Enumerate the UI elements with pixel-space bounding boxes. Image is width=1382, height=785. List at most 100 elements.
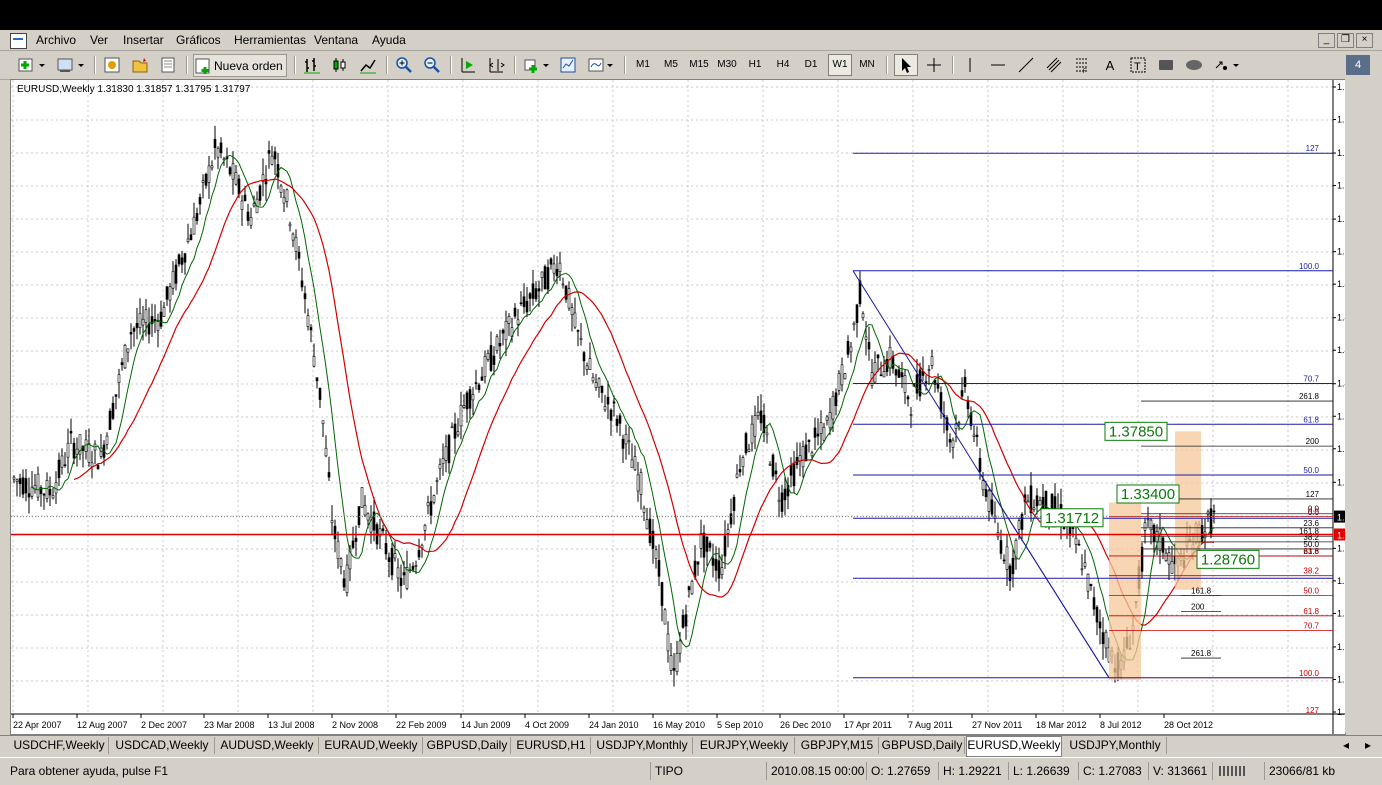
- menu-ventana[interactable]: Ventana: [314, 33, 358, 47]
- templates-icon[interactable]: [586, 55, 616, 75]
- horizontal-line-icon[interactable]: [988, 55, 1008, 75]
- fib-red-label: 38.2: [1303, 567, 1319, 576]
- text-label-icon[interactable]: T: [1128, 55, 1148, 75]
- candle-body: [546, 267, 550, 290]
- zoom-out-icon[interactable]: [422, 55, 442, 75]
- restore-icon[interactable]: ❐: [1337, 33, 1354, 48]
- terminal-icon[interactable]: [158, 55, 178, 75]
- candle-body: [549, 258, 553, 265]
- candle-body: [66, 442, 70, 458]
- candle-body: [339, 558, 343, 568]
- tab-usdjpy-monthly[interactable]: USDJPY,Monthly: [592, 737, 693, 754]
- timeframe-m5[interactable]: M5: [660, 55, 682, 75]
- tab-eurusd-weekly[interactable]: EURUSD,Weekly: [966, 736, 1062, 757]
- bar-chart-icon[interactable]: [302, 55, 322, 75]
- date-axis-label: 5 Sep 2010: [717, 720, 763, 730]
- trendline-icon[interactable]: [1016, 55, 1036, 75]
- tab-gbpusd-daily-2[interactable]: GBPUSD,Daily: [880, 737, 965, 754]
- candle-body: [843, 373, 847, 380]
- equidistant-channel-icon[interactable]: [1044, 55, 1064, 75]
- candle-body: [480, 376, 484, 381]
- tab-eurusd-h1[interactable]: EURUSD,H1: [512, 737, 591, 754]
- menu-herramientas[interactable]: Herramientas: [234, 33, 306, 47]
- tab-gbpjpy-m15[interactable]: GBPJPY,M15: [796, 737, 879, 754]
- candlestick-icon[interactable]: [330, 55, 350, 75]
- chart-window[interactable]: 127 100.0 70.7 61.8 50.0 0.0 261.8 200 161.8 127 0…: [10, 79, 1346, 735]
- new-chart-icon[interactable]: [16, 55, 46, 75]
- candle-body: [1077, 543, 1081, 546]
- candle-body: [249, 217, 253, 226]
- candle-body: [177, 254, 181, 265]
- auto-scroll-icon[interactable]: [458, 55, 478, 75]
- vertical-line-icon[interactable]: [960, 55, 980, 75]
- menu-ayuda[interactable]: Ayuda: [372, 33, 406, 47]
- text-icon[interactable]: A: [1100, 55, 1120, 75]
- candle-body: [519, 302, 523, 305]
- candle-body: [1017, 520, 1021, 530]
- candle-body: [750, 423, 754, 444]
- timeframe-m1[interactable]: M1: [632, 55, 654, 75]
- line-chart-icon[interactable]: [358, 55, 378, 75]
- tab-usdjpy-monthly-2[interactable]: USDJPY,Monthly: [1064, 737, 1167, 754]
- tab-gbpusd-daily[interactable]: GBPUSD,Daily: [424, 737, 511, 754]
- timeframe-h1[interactable]: H1: [744, 55, 766, 75]
- crosshair-icon[interactable]: [924, 55, 944, 75]
- cursor-icon[interactable]: [894, 54, 918, 76]
- chart-shift-icon[interactable]: [486, 55, 506, 75]
- candle-body: [783, 488, 787, 501]
- tab-usdchf-weekly[interactable]: USDCHF,Weekly: [10, 737, 109, 754]
- candle-body: [213, 138, 217, 149]
- minimize-icon[interactable]: _: [1318, 33, 1335, 48]
- timeframe-h4[interactable]: H4: [772, 55, 794, 75]
- candle-body: [1035, 495, 1039, 507]
- candle-body: [471, 394, 475, 401]
- navigator-icon[interactable]: [130, 55, 150, 75]
- date-axis-label: 24 Jan 2010: [589, 720, 639, 730]
- profiles-icon[interactable]: [55, 55, 85, 75]
- timeframe-d1[interactable]: D1: [800, 55, 822, 75]
- candle-body: [630, 459, 634, 469]
- candle-body: [516, 319, 520, 325]
- app-icon[interactable]: [10, 33, 27, 49]
- tab-count-badge[interactable]: 4: [1346, 55, 1370, 75]
- menu-archivo[interactable]: Archivo: [36, 33, 76, 47]
- candle-body: [594, 382, 598, 388]
- rectangle-icon[interactable]: [1156, 55, 1176, 75]
- timeframe-m15[interactable]: M15: [687, 55, 711, 75]
- price-chart[interactable]: 127100.070.761.850.00.0261.8200161.81270…: [11, 80, 1345, 734]
- date-axis-label: 17 Apr 2011: [844, 720, 892, 730]
- timeframe-w1[interactable]: W1: [828, 54, 852, 76]
- tab-eurjpy-weekly[interactable]: EURJPY,Weekly: [694, 737, 795, 754]
- periodicity-icon[interactable]: [558, 55, 578, 75]
- ellipse-icon[interactable]: [1184, 55, 1204, 75]
- candle-body: [792, 463, 796, 487]
- candle-body: [852, 323, 856, 326]
- indicators-icon[interactable]: [522, 55, 552, 75]
- date-axis-label: 16 May 2010: [653, 720, 705, 730]
- price-level-label: 1.28760: [1201, 551, 1255, 568]
- tab-usdcad-weekly[interactable]: USDCAD,Weekly: [110, 737, 215, 754]
- menu-insertar[interactable]: Insertar: [123, 33, 164, 47]
- candle-body: [645, 519, 649, 530]
- tab-audusd-weekly[interactable]: AUDUSD,Weekly: [216, 737, 319, 754]
- candle-body: [354, 537, 358, 542]
- candle-body: [111, 402, 115, 419]
- tab-scroll-left-icon[interactable]: ◂: [1338, 737, 1354, 754]
- candle-body: [669, 655, 673, 671]
- timeframe-m30[interactable]: M30: [715, 55, 739, 75]
- timeframe-mn[interactable]: MN: [856, 55, 878, 75]
- close-icon[interactable]: ×: [1356, 33, 1373, 48]
- tab-euraud-weekly[interactable]: EURAUD,Weekly: [320, 737, 423, 754]
- candle-body: [720, 567, 724, 575]
- zoom-in-icon[interactable]: [394, 55, 414, 75]
- menu-graficos[interactable]: Gráficos: [176, 33, 221, 47]
- menu-ver[interactable]: Ver: [90, 33, 108, 47]
- candle-body: [1104, 631, 1108, 649]
- candle-body: [840, 364, 844, 386]
- new-order-button[interactable]: Nueva orden: [193, 54, 287, 77]
- market-watch-icon[interactable]: [102, 55, 122, 75]
- fibonacci-icon[interactable]: F: [1072, 55, 1092, 75]
- candle-body: [90, 462, 94, 467]
- arrows-icon[interactable]: [1212, 55, 1242, 75]
- tab-scroll-right-icon[interactable]: ▸: [1360, 737, 1376, 754]
